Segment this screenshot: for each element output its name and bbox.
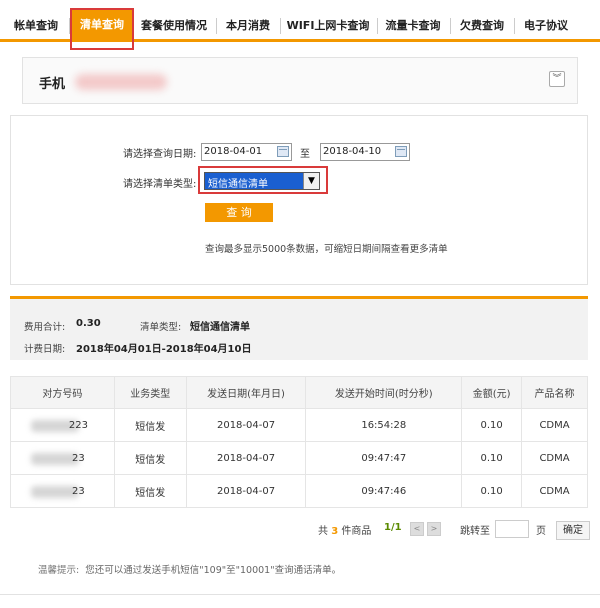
highlight-box-select: [198, 166, 328, 194]
col-header-service-type: 业务类型: [113, 376, 187, 409]
table-row: 223 短信发 2018-04-07 16:54:28 0.10 CDMA: [10, 408, 588, 442]
page-number-input[interactable]: [495, 520, 529, 538]
time-cell: 16:54:28: [305, 408, 463, 442]
table-header-row: 对方号码 业务类型 发送日期(年月日) 发送开始时间(时分秒) 金额(元) 产品…: [10, 376, 588, 409]
tab-wifi-card-query[interactable]: WIFI上网卡查询: [283, 12, 373, 40]
start-date-input[interactable]: 2018-04-01: [201, 143, 292, 161]
query-hint: 查询最多显示5000条数据，可缩短日期间隔查看更多清单: [205, 244, 448, 255]
product-cell: CDMA: [521, 408, 588, 442]
tab-divider: [216, 18, 217, 34]
tab-data-card-query[interactable]: 流量卡查询: [381, 12, 445, 40]
bottom-panel: [0, 594, 600, 608]
service-type-cell: 短信发: [113, 408, 187, 442]
fee-total-label: 费用合计:: [24, 322, 66, 333]
number-tail: 223: [68, 419, 88, 431]
tab-package-usage[interactable]: 套餐使用情况: [138, 12, 210, 40]
tab-divider: [514, 18, 515, 34]
summary-panel: 费用合计: 0.30 清单类型: 短信通信清单 计费日期: 2018年04月01…: [10, 296, 588, 360]
fee-total-value: 0.30: [76, 318, 101, 329]
chevron-down-icon[interactable]: ︾: [549, 71, 565, 87]
product-cell: CDMA: [521, 441, 588, 475]
date-cell: 2018-04-07: [185, 408, 307, 442]
query-button[interactable]: 查 询: [205, 203, 273, 222]
date-to-label: 至: [300, 149, 310, 160]
col-header-product: 产品名称: [521, 376, 588, 409]
product-cell: CDMA: [521, 474, 588, 508]
next-page-button[interactable]: >: [427, 522, 441, 536]
col-header-amount: 金额(元): [461, 376, 523, 409]
time-cell: 09:47:46: [305, 474, 463, 508]
service-type-cell: 短信发: [113, 441, 187, 475]
redacted-phone-number: [75, 74, 167, 90]
highlight-box-tab: [70, 8, 134, 50]
tab-e-agreement[interactable]: 电子协议: [518, 12, 574, 40]
total-count: 3: [331, 526, 339, 537]
calendar-icon[interactable]: [395, 146, 407, 157]
amount-cell: 0.10: [461, 474, 523, 508]
tab-divider: [450, 18, 451, 34]
page-info: 1/1: [384, 522, 402, 533]
goto-label: 跳转至: [460, 526, 490, 537]
start-date-value: 2018-04-01: [204, 146, 263, 157]
tip-label: 温馨提示:: [38, 565, 80, 576]
detail-table: 对方号码 业务类型 发送日期(年月日) 发送开始时间(时分秒) 金额(元) 产品…: [10, 376, 588, 508]
tip-content: 您还可以通过发送手机短信"109"至"10001"查询通话清单。: [85, 565, 342, 576]
table-row: 23 短信发 2018-04-07 09:47:47 0.10 CDMA: [10, 441, 588, 475]
time-cell: 09:47:47: [305, 441, 463, 475]
number-cell: 23: [10, 441, 115, 475]
query-form: [10, 115, 588, 285]
number-cell: 223: [10, 408, 115, 442]
calendar-icon[interactable]: [277, 146, 289, 157]
tab-divider: [377, 18, 378, 34]
tab-bill-query[interactable]: 帐单查询: [8, 12, 64, 40]
phone-card: 手机 ︾: [22, 57, 578, 104]
amount-cell: 0.10: [461, 408, 523, 442]
date-cell: 2018-04-07: [185, 474, 307, 508]
phone-label: 手机: [39, 77, 66, 92]
billing-period-value: 2018年04月01日-2018年04月10日: [76, 344, 252, 355]
total-prefix: 共: [318, 526, 328, 537]
number-cell: 23: [10, 474, 115, 508]
col-header-time: 发送开始时间(时分秒): [305, 376, 463, 409]
end-date-value: 2018-04-10: [323, 146, 382, 157]
billing-period-label: 计费日期:: [24, 344, 66, 355]
number-tail: 23: [72, 452, 85, 464]
service-type-cell: 短信发: [113, 474, 187, 508]
amount-cell: 0.10: [461, 441, 523, 475]
date-cell: 2018-04-07: [185, 441, 307, 475]
detail-type-label: 请选择清单类型:: [123, 179, 197, 190]
total-suffix: 件商品: [341, 526, 372, 537]
page-unit-label: 页: [536, 526, 546, 537]
table-row: 23 短信发 2018-04-07 09:47:46 0.10 CDMA: [10, 474, 588, 508]
tab-arrears-query[interactable]: 欠费查询: [454, 12, 510, 40]
end-date-input[interactable]: 2018-04-10: [320, 143, 410, 161]
number-tail: 23: [72, 485, 85, 497]
col-header-date: 发送日期(年月日): [185, 376, 307, 409]
total-items: 共 3 件商品: [318, 522, 371, 537]
col-header-number: 对方号码: [10, 376, 115, 409]
detail-type-summary-value: 短信通信清单: [190, 322, 250, 333]
confirm-page-button[interactable]: 确定: [556, 521, 590, 540]
tab-divider: [280, 18, 281, 34]
detail-type-summary-label: 清单类型:: [140, 322, 182, 333]
date-range-label: 请选择查询日期:: [123, 149, 197, 160]
prev-page-button[interactable]: <: [410, 522, 424, 536]
tab-monthly-spending[interactable]: 本月消费: [220, 12, 276, 40]
tip-text: 温馨提示: 您还可以通过发送手机短信"109"至"10001"查询通话清单。: [38, 562, 341, 576]
